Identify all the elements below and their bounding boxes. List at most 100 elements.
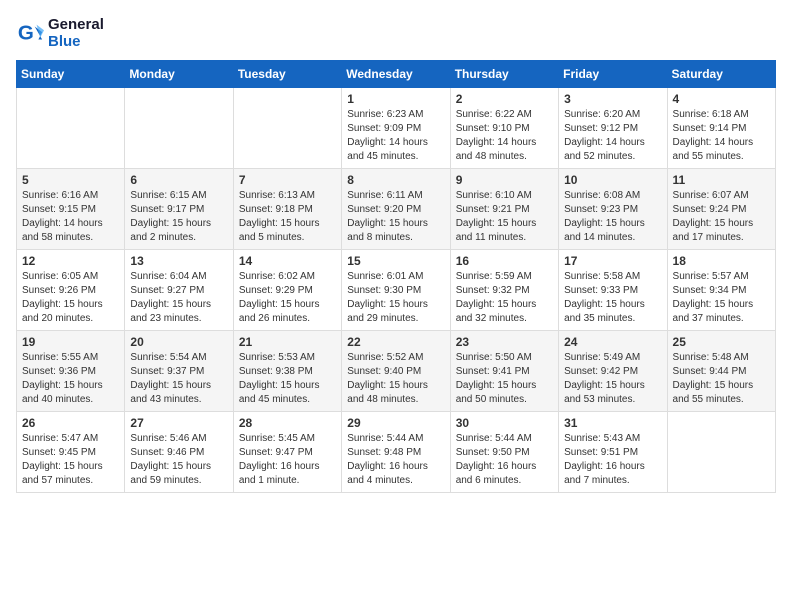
weekday-header: Wednesday bbox=[342, 61, 450, 88]
calendar-day-cell: 24 Sunrise: 5:49 AM Sunset: 9:42 PM Dayli… bbox=[559, 331, 667, 412]
day-number: 7 bbox=[239, 173, 336, 187]
day-number: 4 bbox=[673, 92, 770, 106]
calendar-day-cell bbox=[667, 412, 775, 493]
day-info: Sunrise: 6:18 AM Sunset: 9:14 PM Dayligh… bbox=[673, 108, 770, 164]
calendar-day-cell: 16 Sunrise: 5:59 AM Sunset: 9:32 PM Dayli… bbox=[450, 250, 558, 331]
calendar-day-cell: 25 Sunrise: 5:48 AM Sunset: 9:44 PM Dayli… bbox=[667, 331, 775, 412]
day-info: Sunrise: 6:05 AM Sunset: 9:26 PM Dayligh… bbox=[22, 270, 119, 326]
day-info: Sunrise: 5:58 AM Sunset: 9:33 PM Dayligh… bbox=[564, 270, 661, 326]
day-info: Sunrise: 6:13 AM Sunset: 9:18 PM Dayligh… bbox=[239, 189, 336, 245]
day-info: Sunrise: 5:44 AM Sunset: 9:50 PM Dayligh… bbox=[456, 432, 553, 488]
day-number: 11 bbox=[673, 173, 770, 187]
day-info: Sunrise: 6:16 AM Sunset: 9:15 PM Dayligh… bbox=[22, 189, 119, 245]
day-number: 14 bbox=[239, 254, 336, 268]
day-number: 12 bbox=[22, 254, 119, 268]
calendar-week-row: 12 Sunrise: 6:05 AM Sunset: 9:26 PM Dayli… bbox=[17, 250, 776, 331]
day-info: Sunrise: 6:01 AM Sunset: 9:30 PM Dayligh… bbox=[347, 270, 444, 326]
day-info: Sunrise: 6:23 AM Sunset: 9:09 PM Dayligh… bbox=[347, 108, 444, 164]
day-info: Sunrise: 6:11 AM Sunset: 9:20 PM Dayligh… bbox=[347, 189, 444, 245]
day-info: Sunrise: 5:43 AM Sunset: 9:51 PM Dayligh… bbox=[564, 432, 661, 488]
calendar-day-cell: 27 Sunrise: 5:46 AM Sunset: 9:46 PM Dayli… bbox=[125, 412, 233, 493]
calendar-day-cell: 26 Sunrise: 5:47 AM Sunset: 9:45 PM Dayli… bbox=[17, 412, 125, 493]
svg-text:G: G bbox=[18, 22, 34, 45]
calendar-week-row: 19 Sunrise: 5:55 AM Sunset: 9:36 PM Dayli… bbox=[17, 331, 776, 412]
calendar-day-cell: 30 Sunrise: 5:44 AM Sunset: 9:50 PM Dayli… bbox=[450, 412, 558, 493]
calendar-day-cell: 21 Sunrise: 5:53 AM Sunset: 9:38 PM Dayli… bbox=[233, 331, 341, 412]
logo-icon: G bbox=[16, 19, 44, 47]
weekday-header: Sunday bbox=[17, 61, 125, 88]
weekday-header: Tuesday bbox=[233, 61, 341, 88]
day-info: Sunrise: 5:55 AM Sunset: 9:36 PM Dayligh… bbox=[22, 351, 119, 407]
calendar-day-cell: 23Sunrise: 5:50 AM Sunset: 9:41 PM Dayli… bbox=[450, 331, 558, 412]
day-info: Sunrise: 6:15 AM Sunset: 9:17 PM Dayligh… bbox=[130, 189, 227, 245]
calendar-day-cell: 31 Sunrise: 5:43 AM Sunset: 9:51 PM Dayli… bbox=[559, 412, 667, 493]
day-number: 20 bbox=[130, 335, 227, 349]
day-info: Sunrise: 5:47 AM Sunset: 9:45 PM Dayligh… bbox=[22, 432, 119, 488]
calendar-day-cell: 6Sunrise: 6:15 AM Sunset: 9:17 PM Daylig… bbox=[125, 169, 233, 250]
calendar-day-cell: 2 Sunrise: 6:22 AM Sunset: 9:10 PM Daylig… bbox=[450, 88, 558, 169]
day-number: 22 bbox=[347, 335, 444, 349]
calendar-day-cell: 3 Sunrise: 6:20 AM Sunset: 9:12 PM Daylig… bbox=[559, 88, 667, 169]
day-info: Sunrise: 6:22 AM Sunset: 9:10 PM Dayligh… bbox=[456, 108, 553, 164]
weekday-header: Saturday bbox=[667, 61, 775, 88]
page-header: G General Blue bbox=[16, 16, 776, 50]
day-number: 25 bbox=[673, 335, 770, 349]
logo: G General Blue bbox=[16, 16, 104, 50]
calendar-day-cell: 12 Sunrise: 6:05 AM Sunset: 9:26 PM Dayli… bbox=[17, 250, 125, 331]
calendar-day-cell: 9Sunrise: 6:10 AM Sunset: 9:21 PM Daylig… bbox=[450, 169, 558, 250]
day-info: Sunrise: 5:50 AM Sunset: 9:41 PM Dayligh… bbox=[456, 351, 553, 407]
calendar-day-cell: 10Sunrise: 6:08 AM Sunset: 9:23 PM Dayli… bbox=[559, 169, 667, 250]
calendar-week-row: 5Sunrise: 6:16 AM Sunset: 9:15 PM Daylig… bbox=[17, 169, 776, 250]
day-number: 31 bbox=[564, 416, 661, 430]
calendar-day-cell: 1 Sunrise: 6:23 AM Sunset: 9:09 PM Daylig… bbox=[342, 88, 450, 169]
calendar-day-cell: 7 Sunrise: 6:13 AM Sunset: 9:18 PM Daylig… bbox=[233, 169, 341, 250]
day-info: Sunrise: 5:44 AM Sunset: 9:48 PM Dayligh… bbox=[347, 432, 444, 488]
day-number: 1 bbox=[347, 92, 444, 106]
day-number: 3 bbox=[564, 92, 661, 106]
day-info: Sunrise: 5:52 AM Sunset: 9:40 PM Dayligh… bbox=[347, 351, 444, 407]
day-number: 15 bbox=[347, 254, 444, 268]
calendar-day-cell: 4 Sunrise: 6:18 AM Sunset: 9:14 PM Daylig… bbox=[667, 88, 775, 169]
day-number: 9 bbox=[456, 173, 553, 187]
calendar-day-cell: 19 Sunrise: 5:55 AM Sunset: 9:36 PM Dayli… bbox=[17, 331, 125, 412]
day-info: Sunrise: 6:07 AM Sunset: 9:24 PM Dayligh… bbox=[673, 189, 770, 245]
weekday-header: Friday bbox=[559, 61, 667, 88]
day-info: Sunrise: 5:48 AM Sunset: 9:44 PM Dayligh… bbox=[673, 351, 770, 407]
day-info: Sunrise: 5:54 AM Sunset: 9:37 PM Dayligh… bbox=[130, 351, 227, 407]
calendar-day-cell: 22 Sunrise: 5:52 AM Sunset: 9:40 PM Dayli… bbox=[342, 331, 450, 412]
day-number: 21 bbox=[239, 335, 336, 349]
calendar-week-row: 1 Sunrise: 6:23 AM Sunset: 9:09 PM Daylig… bbox=[17, 88, 776, 169]
day-info: Sunrise: 5:53 AM Sunset: 9:38 PM Dayligh… bbox=[239, 351, 336, 407]
calendar-table: SundayMondayTuesdayWednesdayThursdayFrid… bbox=[16, 60, 776, 493]
calendar-day-cell: 28 Sunrise: 5:45 AM Sunset: 9:47 PM Dayli… bbox=[233, 412, 341, 493]
calendar-day-cell: 14 Sunrise: 6:02 AM Sunset: 9:29 PM Dayli… bbox=[233, 250, 341, 331]
day-number: 27 bbox=[130, 416, 227, 430]
day-number: 16 bbox=[456, 254, 553, 268]
day-info: Sunrise: 5:49 AM Sunset: 9:42 PM Dayligh… bbox=[564, 351, 661, 407]
weekday-header: Thursday bbox=[450, 61, 558, 88]
day-number: 19 bbox=[22, 335, 119, 349]
day-number: 26 bbox=[22, 416, 119, 430]
day-number: 24 bbox=[564, 335, 661, 349]
day-info: Sunrise: 5:59 AM Sunset: 9:32 PM Dayligh… bbox=[456, 270, 553, 326]
day-number: 29 bbox=[347, 416, 444, 430]
calendar-day-cell bbox=[233, 88, 341, 169]
day-info: Sunrise: 5:45 AM Sunset: 9:47 PM Dayligh… bbox=[239, 432, 336, 488]
calendar-day-cell: 11 Sunrise: 6:07 AM Sunset: 9:24 PM Dayli… bbox=[667, 169, 775, 250]
day-number: 2 bbox=[456, 92, 553, 106]
weekday-header: Monday bbox=[125, 61, 233, 88]
calendar-day-cell bbox=[17, 88, 125, 169]
day-info: Sunrise: 6:02 AM Sunset: 9:29 PM Dayligh… bbox=[239, 270, 336, 326]
day-number: 30 bbox=[456, 416, 553, 430]
calendar-day-cell: 8 Sunrise: 6:11 AM Sunset: 9:20 PM Daylig… bbox=[342, 169, 450, 250]
calendar-day-cell: 29 Sunrise: 5:44 AM Sunset: 9:48 PM Dayli… bbox=[342, 412, 450, 493]
day-info: Sunrise: 6:20 AM Sunset: 9:12 PM Dayligh… bbox=[564, 108, 661, 164]
calendar-header-row: SundayMondayTuesdayWednesdayThursdayFrid… bbox=[17, 61, 776, 88]
day-info: Sunrise: 5:46 AM Sunset: 9:46 PM Dayligh… bbox=[130, 432, 227, 488]
day-number: 10 bbox=[564, 173, 661, 187]
day-number: 17 bbox=[564, 254, 661, 268]
day-number: 28 bbox=[239, 416, 336, 430]
logo-text: General Blue bbox=[48, 16, 104, 50]
day-info: Sunrise: 5:57 AM Sunset: 9:34 PM Dayligh… bbox=[673, 270, 770, 326]
day-number: 8 bbox=[347, 173, 444, 187]
